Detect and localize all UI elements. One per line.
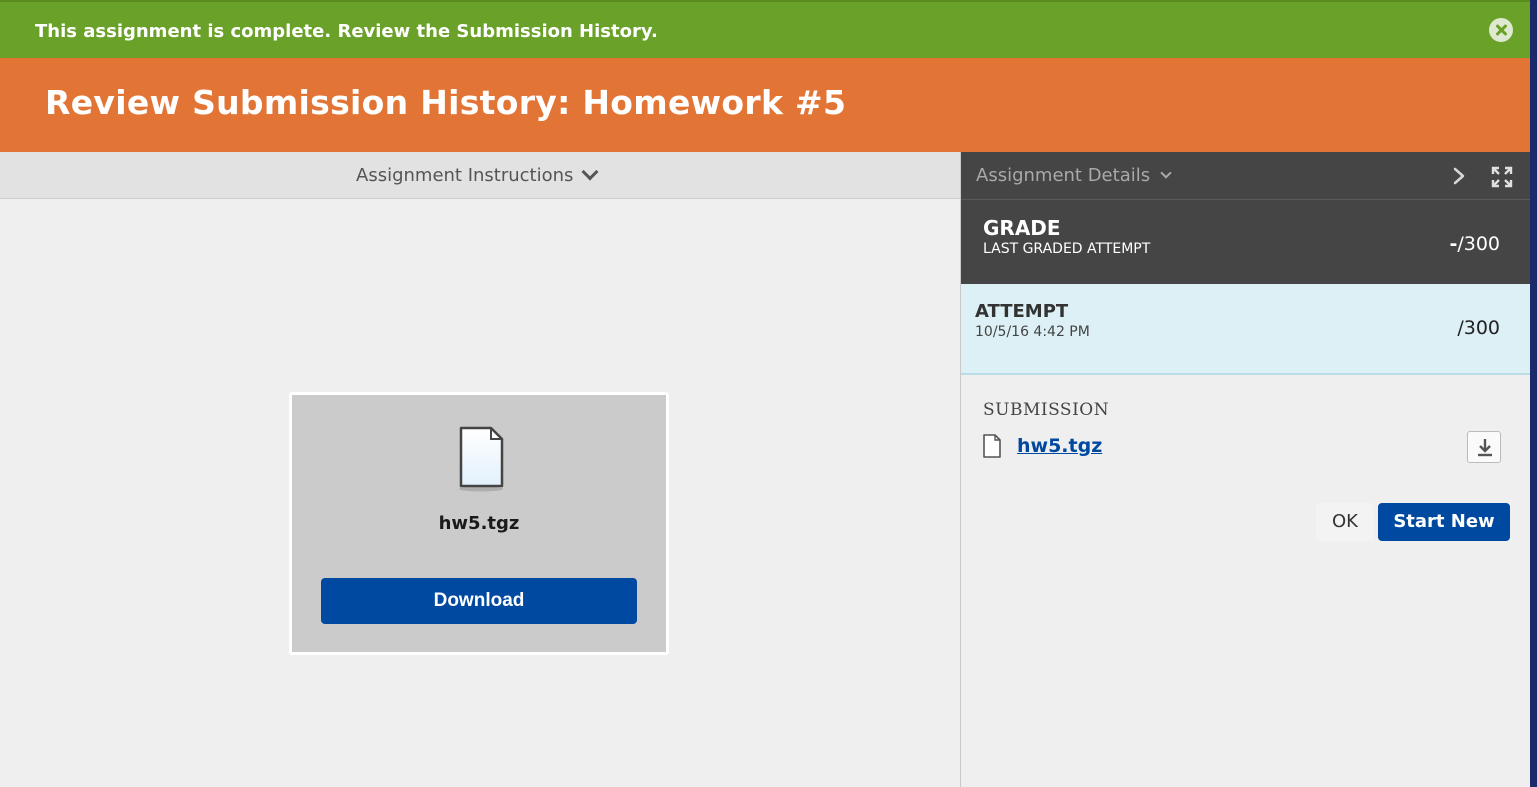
page-header: Review Submission History: Homework #5 [0,58,1530,152]
attempt-row[interactable]: ATTEMPT 10/5/16 4:42 PM /300 [961,284,1530,375]
file-name: hw5.tgz [438,513,520,534]
file-icon [983,434,1001,458]
attempt-score: /300 [1457,317,1500,339]
attempt-date: 10/5/16 4:42 PM [975,324,1090,340]
file-preview-card: hw5.tgz Download [289,392,669,655]
grade-max: /300 [1457,233,1500,255]
app-frame: This assignment is complete. Review the … [0,0,1530,787]
submission-file-link[interactable]: hw5.tgz [1017,435,1102,457]
page-title: Review Submission History: Homework #5 [45,83,847,122]
grade-subtitle: LAST GRADED ATTEMPT [983,241,1151,257]
instructions-label: Assignment Instructions [356,165,574,186]
document-icon [459,426,504,492]
ok-button[interactable]: OK [1316,503,1374,541]
chevron-down-icon [581,163,599,181]
start-new-button[interactable]: Start New [1378,503,1510,541]
grade-value: -/300 [1449,233,1500,255]
submission-label: SUBMISSION [983,400,1110,420]
assignment-instructions-toggle[interactable]: Assignment Instructions [0,152,960,199]
banner-message: This assignment is complete. Review the … [35,21,658,42]
chevron-down-icon [1160,167,1172,179]
download-button[interactable]: Download [321,578,637,624]
assignment-details-bar: Assignment Details [961,152,1530,199]
assignment-details-toggle[interactable]: Assignment Details [976,165,1150,186]
right-pane: Assignment Details GRADE LAST GRADED ATT… [961,152,1530,787]
grade-title: GRADE [983,216,1061,240]
close-icon[interactable] [1489,18,1513,42]
download-icon-button[interactable] [1467,431,1501,463]
download-icon [1478,439,1492,457]
attempt-title: ATTEMPT [975,301,1069,322]
left-pane: Assignment Instructions hw5.tgz Download [0,152,960,787]
success-banner: This assignment is complete. Review the … [0,0,1530,58]
chevron-right-icon[interactable] [1450,167,1468,185]
expand-icon[interactable] [1490,165,1514,189]
grade-summary: GRADE LAST GRADED ATTEMPT -/300 [961,199,1530,284]
